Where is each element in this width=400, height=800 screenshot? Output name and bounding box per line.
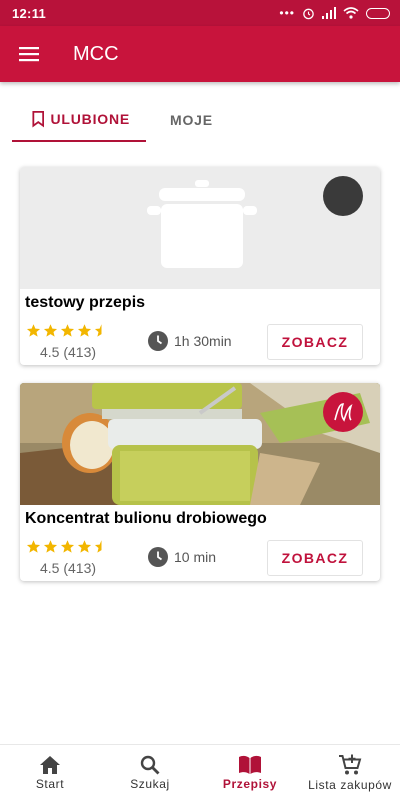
tab-bar: ULUBIONE MOJE (0, 98, 400, 144)
cart-icon (339, 754, 362, 774)
nav-start-label: Start (35, 776, 65, 791)
brand-logo-icon (334, 403, 353, 422)
recipe-image-placeholder (20, 167, 380, 289)
tab-mine-label: MOJE (170, 112, 213, 128)
app-title: MCC (73, 42, 119, 65)
prep-time-label: 1h 30min (174, 333, 232, 349)
star-icon (60, 324, 75, 337)
rating-text: 4.5 (413) (40, 344, 97, 360)
app-bar: MCC (0, 26, 400, 82)
battery-icon (366, 7, 390, 19)
star-icon (77, 540, 92, 553)
status-time: 12:11 (12, 5, 47, 21)
half-star-icon (94, 540, 102, 553)
brand-badge (323, 392, 363, 432)
view-recipe-button[interactable]: ZOBACZ (267, 540, 363, 576)
more-dots-icon: ••• (279, 6, 295, 20)
star-icon (43, 540, 58, 553)
tab-favorites-label: ULUBIONE (50, 111, 130, 127)
status-bar: 12:11 ••• (0, 0, 400, 26)
nav-recipes-label: Przepisy (222, 776, 278, 791)
star-icon (77, 324, 92, 337)
bookmark-icon (32, 110, 45, 128)
home-icon (40, 755, 60, 774)
star-rating (26, 323, 109, 338)
nav-start[interactable]: Start (0, 745, 100, 800)
search-icon (140, 755, 160, 774)
prep-time-label: 10 min (174, 549, 217, 565)
tab-mine[interactable]: MOJE (146, 98, 213, 142)
clock-icon (148, 547, 168, 567)
star-icon (26, 540, 41, 553)
clock-icon (148, 331, 168, 351)
wifi-icon (343, 7, 359, 19)
star-icon (60, 540, 75, 553)
tab-favorites[interactable]: ULUBIONE (12, 98, 146, 142)
nav-shopping-list[interactable]: Lista zakupów (300, 745, 400, 800)
menu-button[interactable] (0, 26, 58, 82)
recipe-photo (20, 383, 380, 505)
rating-text: 4.5 (413) (40, 560, 97, 576)
book-icon (239, 755, 261, 774)
star-rating (26, 539, 109, 554)
recipe-title: testowy przepis (25, 294, 146, 311)
status-icons: ••• (279, 6, 390, 20)
alarm-icon (303, 8, 314, 19)
nav-recipes[interactable]: Przepisy (200, 745, 300, 800)
prep-time: 1h 30min (148, 331, 232, 351)
hamburger-icon (19, 47, 39, 62)
nav-shopping-list-label: Lista zakupów (308, 777, 392, 792)
author-badge-dark (323, 176, 363, 216)
half-star-icon (94, 324, 102, 337)
star-icon (43, 324, 58, 337)
prep-time: 10 min (148, 547, 216, 567)
signal-icon (322, 7, 336, 19)
bottom-navigation: Start Szukaj Przepisy Lista zakupów (0, 744, 400, 800)
view-recipe-button[interactable]: ZOBACZ (267, 324, 363, 360)
star-icon (26, 324, 41, 337)
nav-search-label: Szukaj (130, 776, 170, 791)
recipe-card[interactable]: testowy przepis 4.5 (413) 1h 30min ZOBAC… (20, 167, 380, 365)
pot-icon (147, 180, 257, 268)
nav-search[interactable]: Szukaj (100, 745, 200, 800)
recipe-title: Koncentrat bulionu drobiowego (25, 510, 267, 527)
recipe-card[interactable]: Koncentrat bulionu drobiowego 4.5 (413) … (20, 383, 380, 581)
